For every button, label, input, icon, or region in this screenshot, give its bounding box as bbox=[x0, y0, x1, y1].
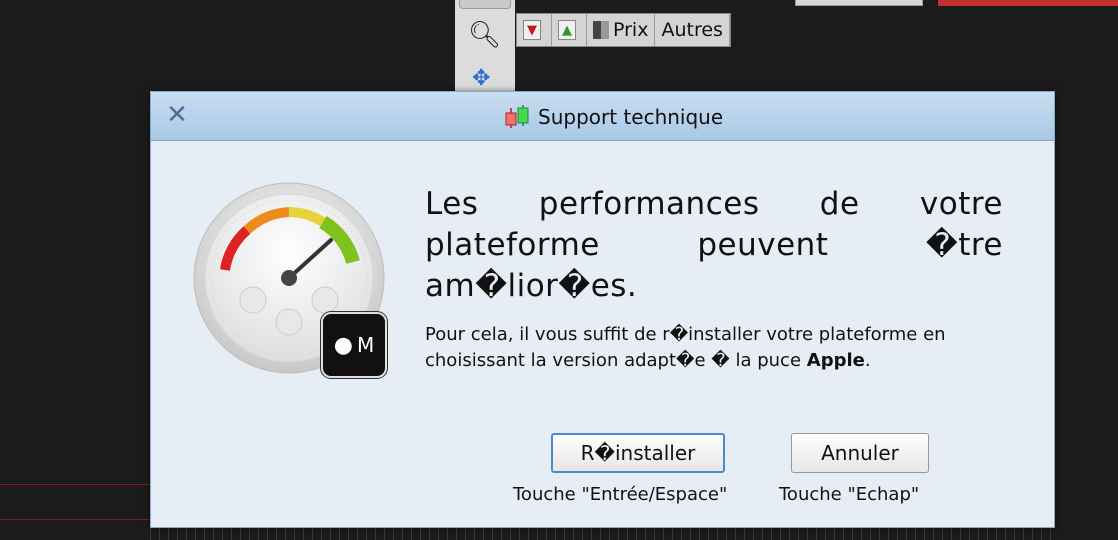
apple-chip-icon: ● M bbox=[321, 312, 387, 378]
reinstall-button[interactable]: R�installer bbox=[551, 433, 725, 473]
tab-buy[interactable]: ▲ bbox=[552, 14, 587, 46]
zoom-icon[interactable]: 🔍︎ bbox=[468, 20, 501, 50]
background-button[interactable] bbox=[795, 0, 923, 6]
dialog-title: Support technique bbox=[502, 104, 723, 130]
buy-arrow-icon: ▲ bbox=[558, 20, 576, 40]
sell-arrow-icon: ▼ bbox=[523, 20, 541, 40]
tab-prix-label: Prix bbox=[613, 19, 649, 41]
dialog-titlebar: ✕ Support technique bbox=[151, 92, 1054, 141]
dialog-title-text: Support technique bbox=[538, 105, 724, 129]
dialog-body-text: Pour cela, il vous suffit de r�installer… bbox=[425, 322, 1025, 374]
body-text-suffix: . bbox=[864, 350, 871, 371]
background-price-line bbox=[0, 484, 150, 520]
tab-autres-label: Autres bbox=[661, 19, 723, 41]
background-chart-ticks bbox=[150, 528, 1055, 540]
tool-strip: 🔍︎ ✥ bbox=[455, 0, 515, 94]
background-tabbar: ▼ ▲ Prix Autres bbox=[516, 13, 731, 47]
price-icon bbox=[593, 21, 609, 39]
background-red-bar bbox=[938, 0, 1118, 6]
cancel-button[interactable]: Annuler bbox=[791, 433, 929, 473]
cancel-shortcut-hint: Touche "Echap" bbox=[779, 484, 920, 505]
tab-prix[interactable]: Prix bbox=[587, 14, 656, 46]
tab-sell[interactable]: ▼ bbox=[517, 14, 552, 46]
tool-strip-top-button[interactable] bbox=[459, 0, 511, 9]
close-icon[interactable]: ✕ bbox=[165, 102, 189, 128]
chip-label: M bbox=[356, 333, 375, 357]
tab-autres[interactable]: Autres bbox=[655, 14, 730, 46]
reinstall-shortcut-hint: Touche "Entrée/Espace" bbox=[513, 484, 728, 505]
apple-logo-icon: ● bbox=[333, 332, 353, 358]
move-icon[interactable]: ✥ bbox=[472, 66, 490, 91]
body-text-bold: Apple bbox=[806, 350, 865, 371]
support-dialog: ✕ Support technique ● M Les performances… bbox=[150, 91, 1055, 528]
candlestick-icon bbox=[505, 105, 529, 128]
